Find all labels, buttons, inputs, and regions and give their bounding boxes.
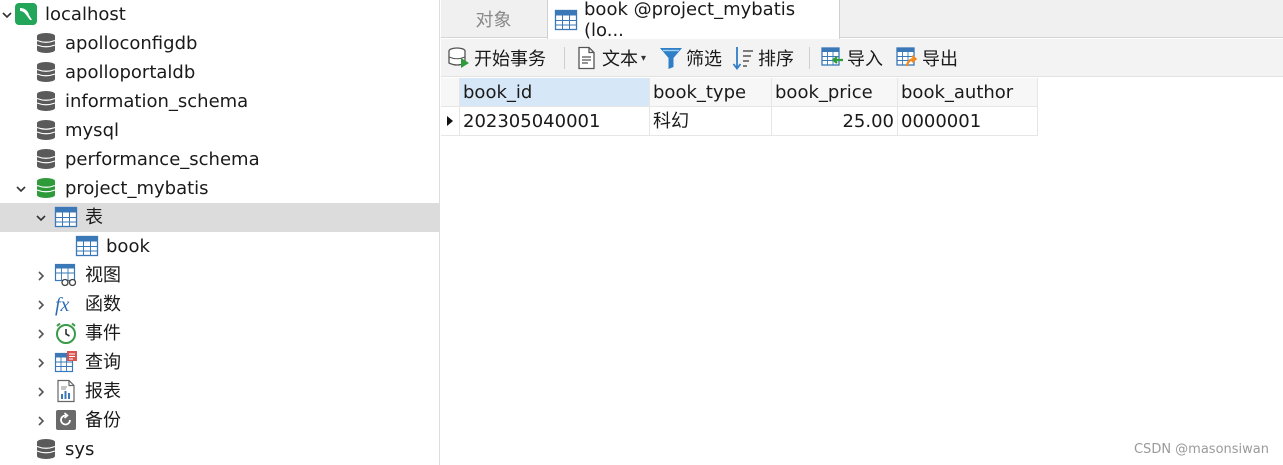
tab-label: 对象: [475, 10, 512, 31]
button-label: 筛选: [686, 49, 722, 70]
column-header-book-type[interactable]: book_type: [650, 78, 772, 107]
tab-label: book @project_mybatis (lo...: [584, 0, 796, 41]
tree-label: 报表: [85, 381, 121, 402]
mysql-connection-icon: [14, 2, 38, 26]
begin-transaction-button[interactable]: 开始事务: [447, 43, 546, 73]
table-cell-book-id[interactable]: 202305040001: [460, 107, 650, 136]
tree-label: project_mybatis: [65, 178, 209, 199]
sort-icon: [731, 46, 755, 70]
database-transaction-icon: [447, 46, 471, 70]
tree-item-backups[interactable]: 备份: [0, 406, 439, 435]
table-cell-book-author[interactable]: 0000001: [898, 107, 1038, 136]
funnel-icon: [659, 46, 683, 70]
chevron-right-icon[interactable]: [34, 356, 48, 370]
chevron-down-icon[interactable]: [14, 182, 28, 196]
database-icon: [34, 437, 58, 461]
chevron-right-icon[interactable]: [34, 414, 48, 428]
button-label: 排序: [758, 49, 794, 70]
tree-label: performance_schema: [65, 149, 260, 170]
tree-item-queries[interactable]: 查询: [0, 348, 439, 377]
database-icon: [34, 147, 58, 171]
tree-label: apolloconfigdb: [65, 33, 198, 54]
tree-label: 表: [85, 207, 103, 228]
tree-label: 事件: [85, 323, 121, 344]
tree-item-database[interactable]: apolloportaldb: [0, 58, 439, 87]
chevron-down-icon[interactable]: [34, 211, 48, 225]
report-icon: [54, 379, 78, 403]
navigation-tree: localhost apolloconfigdb apolloportaldb …: [0, 0, 440, 465]
export-button[interactable]: 导出: [895, 43, 958, 73]
database-icon: [34, 118, 58, 142]
dropdown-caret-icon: ▾: [641, 52, 647, 64]
tree-item-database[interactable]: information_schema: [0, 87, 439, 116]
view-icon: [54, 263, 78, 287]
watermark: CSDN @masonsiwan: [1133, 442, 1269, 457]
column-header-book-author[interactable]: book_author: [898, 78, 1038, 107]
button-label: 导出: [922, 49, 958, 70]
export-icon: [895, 46, 919, 70]
tree-item-tables[interactable]: 表: [0, 203, 439, 232]
tree-label: 函数: [85, 294, 121, 315]
grid-corner: [441, 78, 460, 107]
function-fx-icon: fx: [54, 292, 78, 316]
tree-item-localhost[interactable]: localhost: [0, 0, 439, 29]
toolbar-divider: [809, 47, 810, 69]
svg-text:fx: fx: [55, 294, 70, 316]
clock-icon: [54, 321, 78, 345]
tree-label: sys: [65, 439, 95, 460]
document-icon: [575, 46, 599, 70]
tree-item-database[interactable]: sys: [0, 435, 439, 464]
chevron-right-icon[interactable]: [34, 327, 48, 341]
tree-label: 备份: [85, 410, 121, 431]
toolbar-divider: [564, 47, 565, 69]
tree-item-events[interactable]: 事件: [0, 319, 439, 348]
table-icon: [54, 205, 78, 229]
database-icon: [34, 89, 58, 113]
tab-bar: 对象 book @project_mybatis (lo...: [441, 0, 1283, 41]
tree-label: localhost: [45, 4, 126, 25]
table-cell-book-type[interactable]: 科幻: [650, 107, 772, 136]
database-icon: [34, 31, 58, 55]
table-cell-book-price[interactable]: 25.00: [772, 107, 898, 136]
tree-item-database[interactable]: apolloconfigdb: [0, 29, 439, 58]
column-header-book-id[interactable]: book_id: [460, 78, 650, 107]
database-open-icon: [34, 176, 58, 200]
table-icon: [554, 8, 578, 32]
import-button[interactable]: 导入: [820, 43, 883, 73]
backup-icon: [54, 408, 78, 432]
tree-item-database[interactable]: mysql: [0, 116, 439, 145]
query-icon: [54, 350, 78, 374]
tree-label: mysql: [65, 120, 119, 141]
tree-item-functions[interactable]: fx 函数: [0, 290, 439, 319]
tree-item-book-table[interactable]: book: [0, 232, 439, 261]
toolbar: 开始事务 文本 ▾ 筛选 排序 导入 导出: [441, 39, 1283, 77]
chevron-down-icon[interactable]: [0, 8, 14, 22]
button-label: 开始事务: [474, 49, 546, 70]
tree-label: 查询: [85, 352, 121, 373]
sort-button[interactable]: 排序: [731, 43, 794, 73]
text-view-button[interactable]: 文本 ▾: [575, 43, 646, 73]
chevron-right-icon[interactable]: [34, 298, 48, 312]
tab-book-table[interactable]: book @project_mybatis (lo...: [547, 0, 840, 41]
table-icon: [75, 234, 99, 258]
database-icon: [34, 60, 58, 84]
tree-label: book: [106, 236, 150, 257]
chevron-right-icon[interactable]: [34, 269, 48, 283]
tree-item-project-mybatis[interactable]: project_mybatis: [0, 174, 439, 203]
tree-item-views[interactable]: 视图: [0, 261, 439, 290]
tree-item-reports[interactable]: 报表: [0, 377, 439, 406]
tree-label: information_schema: [65, 91, 249, 112]
import-icon: [820, 46, 844, 70]
tree-item-database[interactable]: performance_schema: [0, 145, 439, 174]
tab-objects[interactable]: 对象: [441, 0, 546, 38]
button-label: 导入: [847, 49, 883, 70]
data-grid: book_id book_type book_price book_author…: [441, 78, 1283, 465]
filter-button[interactable]: 筛选: [659, 43, 722, 73]
chevron-right-icon[interactable]: [34, 385, 48, 399]
current-row-indicator-icon[interactable]: [441, 107, 460, 136]
tree-label: 视图: [85, 265, 121, 286]
column-header-book-price[interactable]: book_price: [772, 78, 898, 107]
tree-label: apolloportaldb: [65, 62, 196, 83]
button-label: 文本: [602, 49, 638, 70]
